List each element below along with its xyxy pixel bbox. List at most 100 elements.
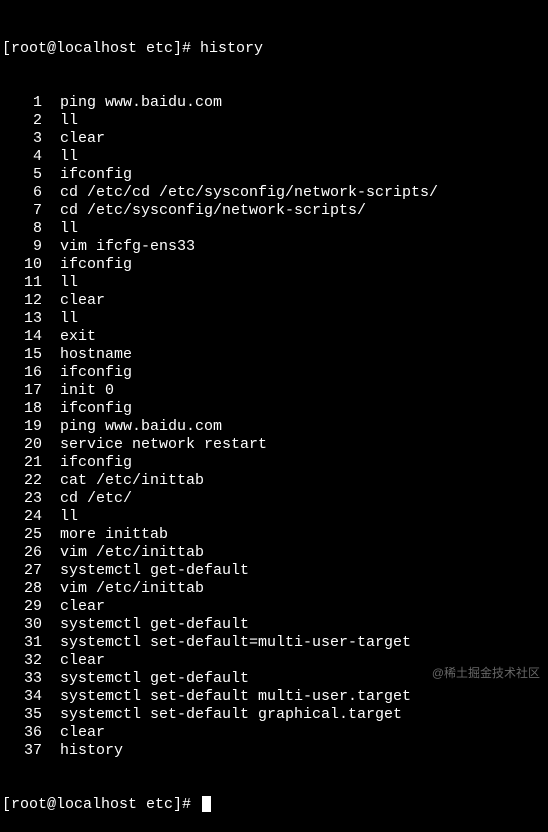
history-number: 19 — [2, 418, 44, 436]
history-line: 35systemctl set-default graphical.target — [2, 706, 546, 724]
history-number: 7 — [2, 202, 44, 220]
history-number: 5 — [2, 166, 44, 184]
history-number: 22 — [2, 472, 44, 490]
history-command: ll — [44, 310, 78, 328]
history-number: 10 — [2, 256, 44, 274]
prompt-line-bottom[interactable]: [root@localhost etc]# — [2, 796, 546, 814]
typed-command: history — [200, 40, 263, 58]
history-number: 35 — [2, 706, 44, 724]
history-line: 7cd /etc/sysconfig/network-scripts/ — [2, 202, 546, 220]
history-command: cat /etc/inittab — [44, 472, 204, 490]
history-line: 24ll — [2, 508, 546, 526]
history-number: 15 — [2, 346, 44, 364]
prompt-line-top: [root@localhost etc]# history — [2, 40, 546, 58]
history-command: clear — [44, 292, 105, 310]
history-line: 17init 0 — [2, 382, 546, 400]
history-command: clear — [44, 598, 105, 616]
history-number: 25 — [2, 526, 44, 544]
history-command: clear — [44, 724, 105, 742]
history-command: history — [44, 742, 123, 760]
history-number: 37 — [2, 742, 44, 760]
history-number: 4 — [2, 148, 44, 166]
history-number: 32 — [2, 652, 44, 670]
history-line: 28vim /etc/inittab — [2, 580, 546, 598]
history-command: systemctl set-default multi-user.target — [44, 688, 411, 706]
history-line: 26vim /etc/inittab — [2, 544, 546, 562]
history-line: 16ifconfig — [2, 364, 546, 382]
history-number: 12 — [2, 292, 44, 310]
history-line: 37history — [2, 742, 546, 760]
history-line: 10ifconfig — [2, 256, 546, 274]
history-command: vim /etc/inittab — [44, 544, 204, 562]
history-command: cd /etc/ — [44, 490, 132, 508]
history-command: ifconfig — [44, 364, 132, 382]
history-output: 1ping www.baidu.com2ll3clear4ll5ifconfig… — [2, 94, 546, 760]
terminal-output[interactable]: [root@localhost etc]# history 1ping www.… — [2, 4, 546, 832]
history-line: 18ifconfig — [2, 400, 546, 418]
history-number: 6 — [2, 184, 44, 202]
history-line: 2ll — [2, 112, 546, 130]
history-number: 1 — [2, 94, 44, 112]
history-number: 17 — [2, 382, 44, 400]
history-line: 23cd /etc/ — [2, 490, 546, 508]
history-line: 6cd /etc/cd /etc/sysconfig/network-scrip… — [2, 184, 546, 202]
history-number: 27 — [2, 562, 44, 580]
history-line: 9vim ifcfg-ens33 — [2, 238, 546, 256]
history-line: 31systemctl set-default=multi-user-targe… — [2, 634, 546, 652]
history-line: 34systemctl set-default multi-user.targe… — [2, 688, 546, 706]
shell-prompt: [root@localhost etc]# — [2, 796, 191, 814]
history-command: systemctl set-default=multi-user-target — [44, 634, 411, 652]
history-line: 29clear — [2, 598, 546, 616]
history-command: ll — [44, 112, 78, 130]
history-number: 3 — [2, 130, 44, 148]
history-number: 31 — [2, 634, 44, 652]
history-command: ping www.baidu.com — [44, 94, 222, 112]
history-line: 22cat /etc/inittab — [2, 472, 546, 490]
history-command: systemctl set-default graphical.target — [44, 706, 402, 724]
history-command: exit — [44, 328, 96, 346]
history-number: 28 — [2, 580, 44, 598]
history-number: 21 — [2, 454, 44, 472]
history-line: 20service network restart — [2, 436, 546, 454]
history-line: 13ll — [2, 310, 546, 328]
history-line: 30systemctl get-default — [2, 616, 546, 634]
history-line: 4ll — [2, 148, 546, 166]
history-command: systemctl get-default — [44, 616, 249, 634]
history-line: 14exit — [2, 328, 546, 346]
history-command: ifconfig — [44, 400, 132, 418]
history-line: 11ll — [2, 274, 546, 292]
history-command: ll — [44, 220, 78, 238]
history-number: 11 — [2, 274, 44, 292]
history-line: 25more inittab — [2, 526, 546, 544]
history-line: 36clear — [2, 724, 546, 742]
watermark-text: @稀土掘金技术社区 — [432, 664, 540, 682]
history-command: systemctl get-default — [44, 562, 249, 580]
history-command: ll — [44, 274, 78, 292]
history-command: clear — [44, 652, 105, 670]
history-number: 14 — [2, 328, 44, 346]
history-line: 5ifconfig — [2, 166, 546, 184]
history-number: 16 — [2, 364, 44, 382]
history-line: 27systemctl get-default — [2, 562, 546, 580]
history-number: 13 — [2, 310, 44, 328]
cursor-icon — [202, 796, 211, 812]
history-number: 18 — [2, 400, 44, 418]
history-command: cd /etc/cd /etc/sysconfig/network-script… — [44, 184, 438, 202]
history-number: 24 — [2, 508, 44, 526]
history-number: 34 — [2, 688, 44, 706]
history-command: clear — [44, 130, 105, 148]
history-command: ping www.baidu.com — [44, 418, 222, 436]
history-command: cd /etc/sysconfig/network-scripts/ — [44, 202, 366, 220]
history-number: 23 — [2, 490, 44, 508]
history-number: 29 — [2, 598, 44, 616]
history-number: 2 — [2, 112, 44, 130]
history-command: more inittab — [44, 526, 168, 544]
history-command: init 0 — [44, 382, 114, 400]
history-number: 30 — [2, 616, 44, 634]
history-command: ifconfig — [44, 166, 132, 184]
history-line: 8ll — [2, 220, 546, 238]
history-command: systemctl get-default — [44, 670, 249, 688]
history-command: vim /etc/inittab — [44, 580, 204, 598]
history-command: ll — [44, 508, 78, 526]
history-line: 3clear — [2, 130, 546, 148]
